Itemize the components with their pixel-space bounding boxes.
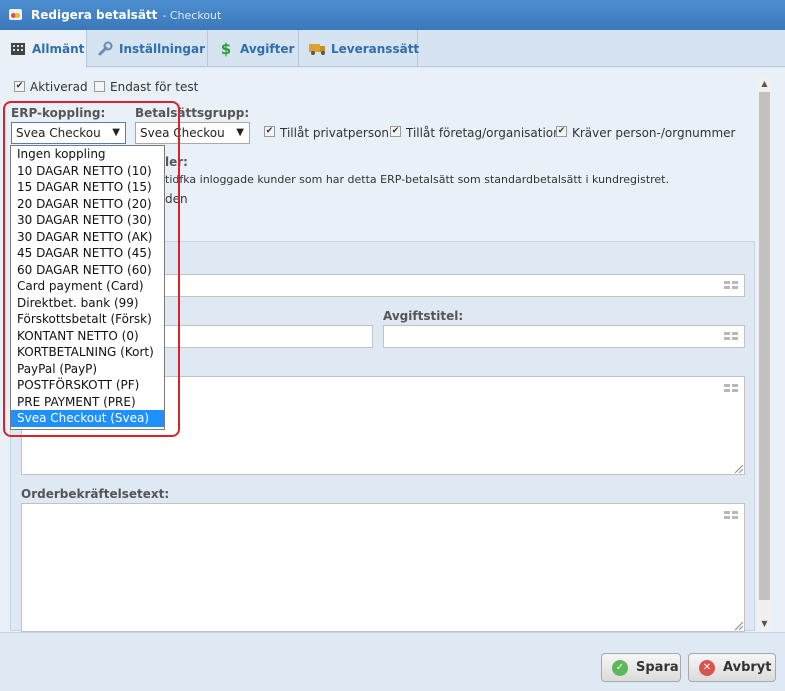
orderbekraftelse-label: Orderbekräftelsetext: [21, 487, 170, 501]
privat-checkbox[interactable]: ✔ [264, 126, 275, 137]
chevron-down-icon: ▼ [236, 127, 244, 138]
grid-icon [10, 42, 26, 56]
resize-handle-icon[interactable] [735, 622, 743, 630]
tab-avgifter-label: Avgifter [240, 41, 295, 56]
foretag-checkbox[interactable]: ✔ [390, 126, 401, 137]
partial-description: tidfka inloggade kunder som har detta ER… [165, 173, 669, 186]
privat-label: Tillåt privatperson [280, 126, 390, 140]
orderbekraftelse-textarea[interactable] [21, 503, 745, 632]
foretag-label: Tillåt företag/organisation [406, 126, 561, 140]
window-titlebar: Redigera betalsätt - Checkout [0, 0, 785, 30]
tab-leveranssatt[interactable]: Leveranssätt [299, 30, 420, 67]
app-icon [9, 8, 23, 22]
tab-allmant[interactable]: Allmänt [0, 30, 87, 68]
tab-bar: Allmänt Inställningar $ Avgifter Leveran… [0, 30, 785, 68]
tab-leveranssatt-label: Leveranssätt [331, 41, 420, 56]
cancel-button-label: Avbryt [723, 660, 772, 675]
scrollbar-thumb[interactable] [759, 92, 770, 600]
window-subtitle: - Checkout [162, 8, 222, 22]
scroll-down-arrow[interactable]: ▼ [757, 616, 772, 631]
grid-dots-icon [724, 332, 738, 341]
aktiverad-label: Aktiverad [30, 80, 88, 94]
wrench-icon [97, 41, 113, 56]
scroll-up-arrow[interactable]: ▲ [757, 76, 772, 91]
grid-dots-icon [724, 511, 738, 520]
tab-installningar[interactable]: Inställningar [87, 30, 208, 67]
save-button-label: Spara [636, 660, 679, 675]
highlight-annotation [3, 101, 180, 437]
avgiftstitel-input[interactable] [383, 325, 745, 348]
save-button[interactable]: ✓ Spara [601, 653, 681, 682]
window-title: Redigera betalsätt [31, 8, 158, 22]
tab-allmant-label: Allmänt [32, 41, 85, 56]
grid-dots-icon [724, 281, 738, 290]
resize-handle-icon[interactable] [735, 465, 743, 473]
avgiftstitel-label: Avgiftstitel: [383, 309, 464, 323]
tab-avgifter[interactable]: $ Avgifter [208, 30, 299, 67]
aktiverad-checkbox[interactable]: ✔ [14, 81, 25, 92]
dollar-icon: $ [220, 39, 232, 58]
endast-test-label: Endast för test [110, 80, 199, 94]
endast-test-checkbox[interactable] [94, 81, 105, 92]
close-icon: ✕ [699, 659, 715, 676]
vertical-scrollbar[interactable]: ▲ ▼ [757, 76, 772, 631]
grid-dots-icon [724, 384, 738, 393]
tab-installningar-label: Inställningar [119, 41, 206, 56]
truck-icon [309, 42, 325, 56]
kraver-checkbox[interactable]: ✔ [556, 126, 567, 137]
cancel-button[interactable]: ✕ Avbryt [688, 653, 776, 682]
kraver-label: Kräver person-/orgnummer [572, 126, 736, 140]
check-icon: ✓ [612, 659, 628, 676]
